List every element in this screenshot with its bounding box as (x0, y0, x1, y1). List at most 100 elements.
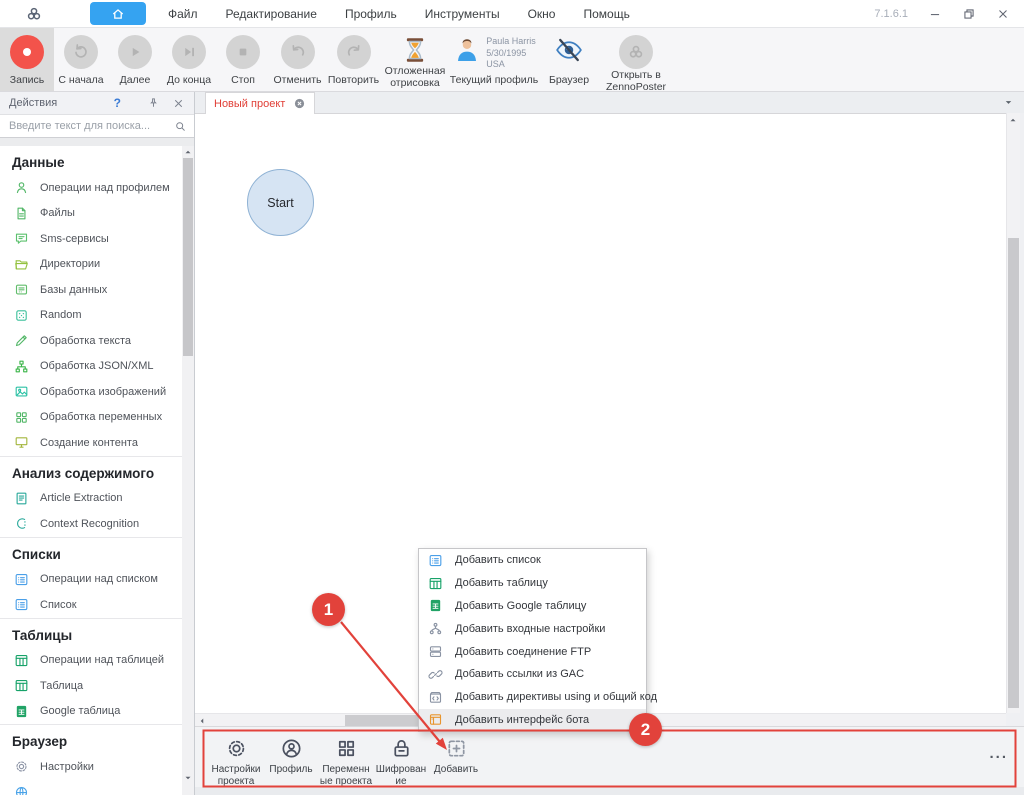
menubar-item[interactable]: Профиль (345, 7, 397, 21)
menubar-item[interactable]: Окно (528, 7, 556, 21)
start-node[interactable]: Start (247, 169, 314, 236)
home-button[interactable] (90, 2, 146, 25)
context-menu-item[interactable]: Добавить таблицу (419, 572, 646, 595)
user-icon (14, 180, 29, 195)
toolbar-to-end-button[interactable]: До конца (162, 28, 216, 91)
sidebar-item-label: Context Recognition (40, 518, 139, 530)
minimize-icon[interactable] (928, 7, 942, 21)
sidebar-item[interactable]: Article Extraction (0, 486, 182, 512)
toolbar-restart-button[interactable]: С начала (54, 28, 108, 91)
toolbar-browser-button[interactable]: Браузер (540, 28, 598, 91)
more-options-button[interactable]: ... (989, 745, 1008, 762)
tab-close-icon[interactable] (293, 97, 306, 110)
image-icon (14, 384, 29, 399)
sidebar-item[interactable]: Список (0, 592, 182, 618)
sidebar-item[interactable]: Файлы (0, 201, 182, 227)
bottombar-button-label: Добавить (434, 764, 478, 776)
sidebar-item[interactable]: Обработка переменных (0, 405, 182, 431)
sidebar-item[interactable]: Настройки (0, 754, 182, 780)
sidebar-item[interactable]: Создание контента (0, 430, 182, 456)
sidebar-item[interactable] (0, 780, 182, 795)
context-menu-item[interactable]: Добавить директивы using и общий код (419, 686, 646, 709)
scroll-up-icon[interactable] (183, 147, 193, 157)
toolbar-button-label: Браузер (549, 74, 589, 91)
toolbar-next-button[interactable]: Далее (108, 28, 162, 91)
toolbar-stop-button[interactable]: Стоп (216, 28, 270, 91)
toolbar-redo-button[interactable]: Повторить (325, 28, 382, 91)
context-menu-item[interactable]: Добавить интерфейс бота (419, 709, 646, 732)
scroll-left-icon[interactable] (197, 716, 207, 726)
scroll-down-icon[interactable] (183, 773, 193, 783)
sidebar-item-label: Google таблица (40, 705, 120, 717)
sidebar-item-label: Таблица (40, 680, 83, 692)
pin-icon[interactable] (147, 97, 160, 110)
tree-icon (14, 359, 29, 374)
sidebar-item[interactable]: Операции над таблицей (0, 648, 182, 674)
scrollbar-thumb[interactable] (183, 158, 193, 356)
context-menu-item-label: Добавить список (455, 554, 541, 566)
monitor-icon (14, 435, 29, 450)
tab-new-project[interactable]: Новый проект (205, 92, 315, 114)
bottombar-project-variables-button[interactable]: Переменные проекта (319, 734, 373, 787)
table-icon (14, 653, 29, 668)
grid-icon (14, 410, 29, 425)
close-panel-icon[interactable] (172, 97, 185, 110)
scrollbar-thumb[interactable] (1008, 238, 1019, 708)
search-input[interactable] (7, 119, 170, 133)
toolbar-open-in-zennoposter-button[interactable]: Открыть в ZennoPoster (598, 28, 674, 91)
menubar-item[interactable]: Файл (168, 7, 198, 21)
sidebar-item[interactable]: Операции над профилем (0, 175, 182, 201)
vertical-scrollbar[interactable] (1006, 113, 1020, 713)
profile-person-icon (452, 35, 482, 65)
sidebar-item[interactable]: Context Recognition (0, 511, 182, 537)
sidebar-item-label: Операции над списком (40, 573, 158, 585)
bottombar-profile-button[interactable]: Профиль (264, 734, 318, 787)
article-icon (14, 491, 29, 506)
help-icon[interactable]: ? (114, 96, 121, 110)
sidebar-item[interactable]: Операции над списком (0, 567, 182, 593)
context-menu-item[interactable]: Добавить соединение FTP (419, 640, 646, 663)
bottombar-add-button[interactable]: Добавить (429, 734, 483, 787)
toolbar-current-profile-button[interactable]: Paula Harris5/30/1995USAТекущий профиль (448, 28, 540, 91)
toolbar-button-label: Открыть в ZennoPoster (598, 69, 674, 99)
sidebar-item[interactable]: Обработка JSON/XML (0, 354, 182, 380)
menubar-item[interactable]: Редактирование (226, 7, 317, 21)
sidebar-item[interactable]: Обработка изображений (0, 379, 182, 405)
menubar-item[interactable]: Помощь (583, 7, 629, 21)
context-menu-item[interactable]: Добавить список (419, 549, 646, 572)
sidebar-item[interactable]: Sms-сервисы (0, 226, 182, 252)
context-menu-item[interactable]: Добавить ссылки из GAC (419, 663, 646, 686)
restore-icon[interactable] (962, 7, 976, 21)
toolbar-deferred-render-button[interactable]: Отложенная отрисовка (382, 28, 448, 91)
context-menu-item[interactable]: Добавить входные настройки (419, 617, 646, 640)
sidebar-item[interactable]: Таблица (0, 673, 182, 699)
scroll-up-icon[interactable] (1008, 115, 1018, 125)
sidebar-item[interactable]: Обработка текста (0, 328, 182, 354)
toolbar-record-button[interactable]: Запись (0, 28, 54, 91)
bottombar-encryption-button[interactable]: Шифрование (374, 734, 428, 787)
search-box (0, 115, 194, 138)
sidebar-item[interactable]: Google таблица (0, 699, 182, 725)
sidebar-section: Анализ содержимогоArticle ExtractionCont… (0, 456, 182, 537)
sidebar-scrollbar[interactable] (182, 146, 194, 795)
sidebar-item-label: Создание контента (40, 437, 138, 449)
context-menu-item[interactable]: Добавить Google таблицу (419, 595, 646, 618)
bottombar-project-settings-button[interactable]: Настройки проекта (209, 734, 263, 787)
globe-icon (14, 785, 29, 795)
folder-icon (14, 257, 29, 272)
sidebar-item-label: Обработка текста (40, 335, 131, 347)
menubar-item[interactable]: Инструменты (425, 7, 500, 21)
tab-list-caret-icon[interactable] (1003, 97, 1014, 108)
sidebar-item[interactable]: Random (0, 303, 182, 329)
add-dashed-icon (445, 737, 468, 760)
bottombar-button-label: Переменные проекта (319, 764, 373, 787)
search-icon[interactable] (174, 120, 187, 133)
close-icon[interactable] (996, 7, 1010, 21)
sidebar-item[interactable]: Базы данных (0, 277, 182, 303)
gsheet-icon (428, 598, 443, 613)
actions-panel-title: Действия (9, 97, 114, 109)
context-menu-item-label: Добавить Google таблицу (455, 600, 586, 612)
sidebar-item[interactable]: Директории (0, 252, 182, 278)
toolbar-undo-button[interactable]: Отменить (270, 28, 325, 91)
gear-icon (225, 737, 248, 760)
